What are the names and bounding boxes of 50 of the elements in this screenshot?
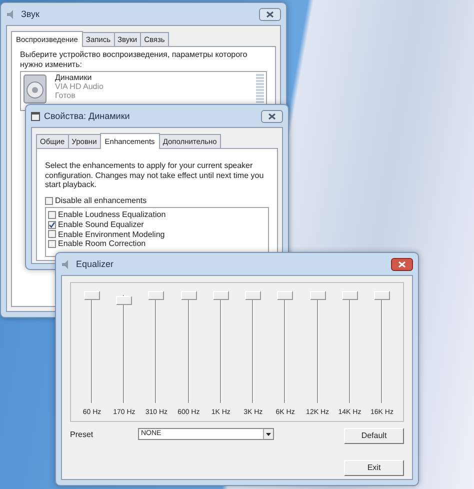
close-button[interactable]: [391, 258, 413, 270]
slider-thumb[interactable]: [180, 291, 197, 300]
dialog-button[interactable]: Exit: [344, 460, 404, 476]
slider-thumb[interactable]: [277, 291, 294, 300]
device-status: Готов: [55, 92, 76, 101]
checkbox[interactable]: [45, 196, 53, 205]
description-text: Select the enhancements to apply for your current speaker configuration. Changes may not take effect until next time you start playback.: [45, 161, 265, 190]
slider-thumb[interactable]: [310, 291, 326, 300]
slider-thumb[interactable]: [245, 291, 262, 300]
slider-thumb[interactable]: [84, 291, 100, 300]
slider-track[interactable]: [212, 291, 229, 403]
slider-track[interactable]: [342, 291, 358, 403]
slider-track[interactable]: [374, 291, 390, 403]
checkbox[interactable]: [48, 230, 56, 238]
checkbox[interactable]: [48, 211, 56, 220]
slider-track[interactable]: [277, 291, 294, 403]
checkbox-label: Disable all enhancements: [55, 196, 147, 206]
slider-thumb[interactable]: [116, 296, 132, 306]
slider-track[interactable]: [84, 291, 100, 403]
checkbox-label: Enable Loudness Equalization: [58, 210, 166, 220]
slider-track[interactable]: [180, 291, 197, 403]
device-name: Динамики: [55, 74, 93, 83]
close-icon: [268, 112, 276, 120]
checkbox-label: Enable Room Correction: [58, 239, 146, 249]
window-icon: [31, 112, 40, 120]
window-title: Equalizer: [76, 258, 114, 270]
checkbox-label: Enable Environment Modeling: [58, 230, 165, 240]
speaker-device-icon: [23, 74, 47, 104]
dialog-button[interactable]: Default: [344, 428, 404, 444]
slider-track[interactable]: [245, 291, 262, 403]
checkbox-label: Enable Sound Equalizer: [58, 220, 144, 230]
close-icon: [266, 10, 274, 18]
instruction-text: Выберите устройство воспроизведения, параметры которого нужно изменить:: [20, 50, 248, 70]
slider-thumb[interactable]: [342, 291, 358, 300]
window-title: Звук: [21, 8, 40, 20]
level-meter-icon: [256, 74, 264, 104]
window-title: Свойства: Динамики: [44, 110, 130, 122]
slider-thumb[interactable]: [212, 291, 229, 300]
caret-icon: [263, 429, 273, 440]
close-icon: [398, 260, 406, 268]
checkbox[interactable]: [48, 240, 56, 248]
slider-track[interactable]: [148, 291, 164, 403]
slider-thumb[interactable]: [374, 291, 390, 300]
preset-label: Preset: [70, 430, 94, 440]
close-button[interactable]: [261, 110, 283, 122]
slider-thumb[interactable]: [148, 291, 164, 300]
checkbox[interactable]: [48, 220, 56, 229]
device-driver: VIA HD Audio: [55, 82, 104, 92]
close-button[interactable]: [259, 8, 281, 20]
slider-track[interactable]: [310, 291, 326, 403]
